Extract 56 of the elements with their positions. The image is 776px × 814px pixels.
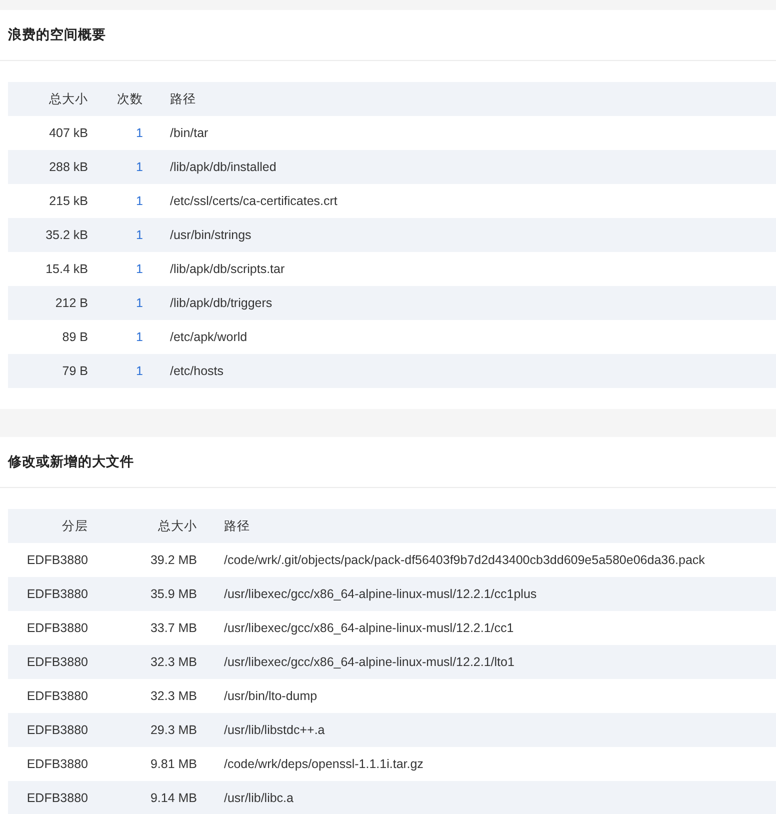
column-header: 路径 — [143, 82, 776, 116]
table-cell: /usr/lib/libstdc++.a — [197, 713, 776, 747]
table-cell: 1 — [88, 286, 143, 320]
table-cell: /usr/bin/lto-dump — [197, 679, 776, 713]
table-cell: 32.3 MB — [88, 645, 197, 679]
table-cell: 1 — [88, 150, 143, 184]
table-cell: EDFB3880 — [8, 577, 88, 611]
table-cell: 1 — [88, 218, 143, 252]
table-cell: /lib/apk/db/installed — [143, 150, 776, 184]
column-header: 分层 — [8, 509, 88, 543]
table-cell: 1 — [88, 184, 143, 218]
table-cell: 407 kB — [8, 116, 88, 150]
column-header: 次数 — [88, 82, 143, 116]
table-cell: 79 B — [8, 354, 88, 388]
table-cell: EDFB3880 — [8, 781, 88, 814]
table-cell: 32.3 MB — [88, 679, 197, 713]
table-cell: 1 — [88, 116, 143, 150]
table-cell: 1 — [88, 320, 143, 354]
table-cell: 212 B — [8, 286, 88, 320]
table-cell: /usr/bin/strings — [143, 218, 776, 252]
table-cell: 35.9 MB — [88, 577, 197, 611]
table-cell: /etc/apk/world — [143, 320, 776, 354]
table-cell: /usr/libexec/gcc/x86_64-alpine-linux-musl/12.2.1/cc1plus — [197, 577, 776, 611]
section-title: 修改或新增的大文件 — [8, 452, 134, 471]
table-cell: 9.14 MB — [88, 781, 197, 814]
table-cell: /code/wrk/deps/openssl-1.1.1i.tar.gz — [197, 747, 776, 781]
table-cell: /usr/libexec/gcc/x86_64-alpine-linux-musl/12.2.1/cc1 — [197, 611, 776, 645]
table-cell: 33.7 MB — [88, 611, 197, 645]
table-cell: 1 — [88, 252, 143, 286]
table-cell: 39.2 MB — [88, 543, 197, 577]
table-cell: /etc/ssl/certs/ca-certificates.crt — [143, 184, 776, 218]
table-cell: 9.81 MB — [88, 747, 197, 781]
table-cell: /usr/libexec/gcc/x86_64-alpine-linux-musl/12.2.1/lto1 — [197, 645, 776, 679]
table-cell: 1 — [88, 354, 143, 388]
table-cell: /lib/apk/db/scripts.tar — [143, 252, 776, 286]
table-cell: EDFB3880 — [8, 645, 88, 679]
table-cell: 89 B — [8, 320, 88, 354]
table-cell: EDFB3880 — [8, 747, 88, 781]
table-cell: EDFB3880 — [8, 611, 88, 645]
column-header: 总大小 — [88, 509, 197, 543]
table-cell: /bin/tar — [143, 116, 776, 150]
column-header: 总大小 — [8, 82, 88, 116]
table-cell: 29.3 MB — [88, 713, 197, 747]
table-cell: 35.2 kB — [8, 218, 88, 252]
table-cell: 215 kB — [8, 184, 88, 218]
table-cell: /usr/lib/libc.a — [197, 781, 776, 814]
table-cell: 15.4 kB — [8, 252, 88, 286]
table-cell: 288 kB — [8, 150, 88, 184]
table-cell: EDFB3880 — [8, 679, 88, 713]
table-cell: EDFB3880 — [8, 713, 88, 747]
section-title: 浪费的空间概要 — [8, 26, 106, 44]
table-cell: /etc/hosts — [143, 354, 776, 388]
table-cell: EDFB3880 — [8, 543, 88, 577]
table-cell: /code/wrk/.git/objects/pack/pack-df56403f9b7d2d43400cb3dd609e5a580e06da36.pack — [197, 543, 776, 577]
table-cell: /lib/apk/db/triggers — [143, 286, 776, 320]
column-header: 路径 — [197, 509, 776, 543]
